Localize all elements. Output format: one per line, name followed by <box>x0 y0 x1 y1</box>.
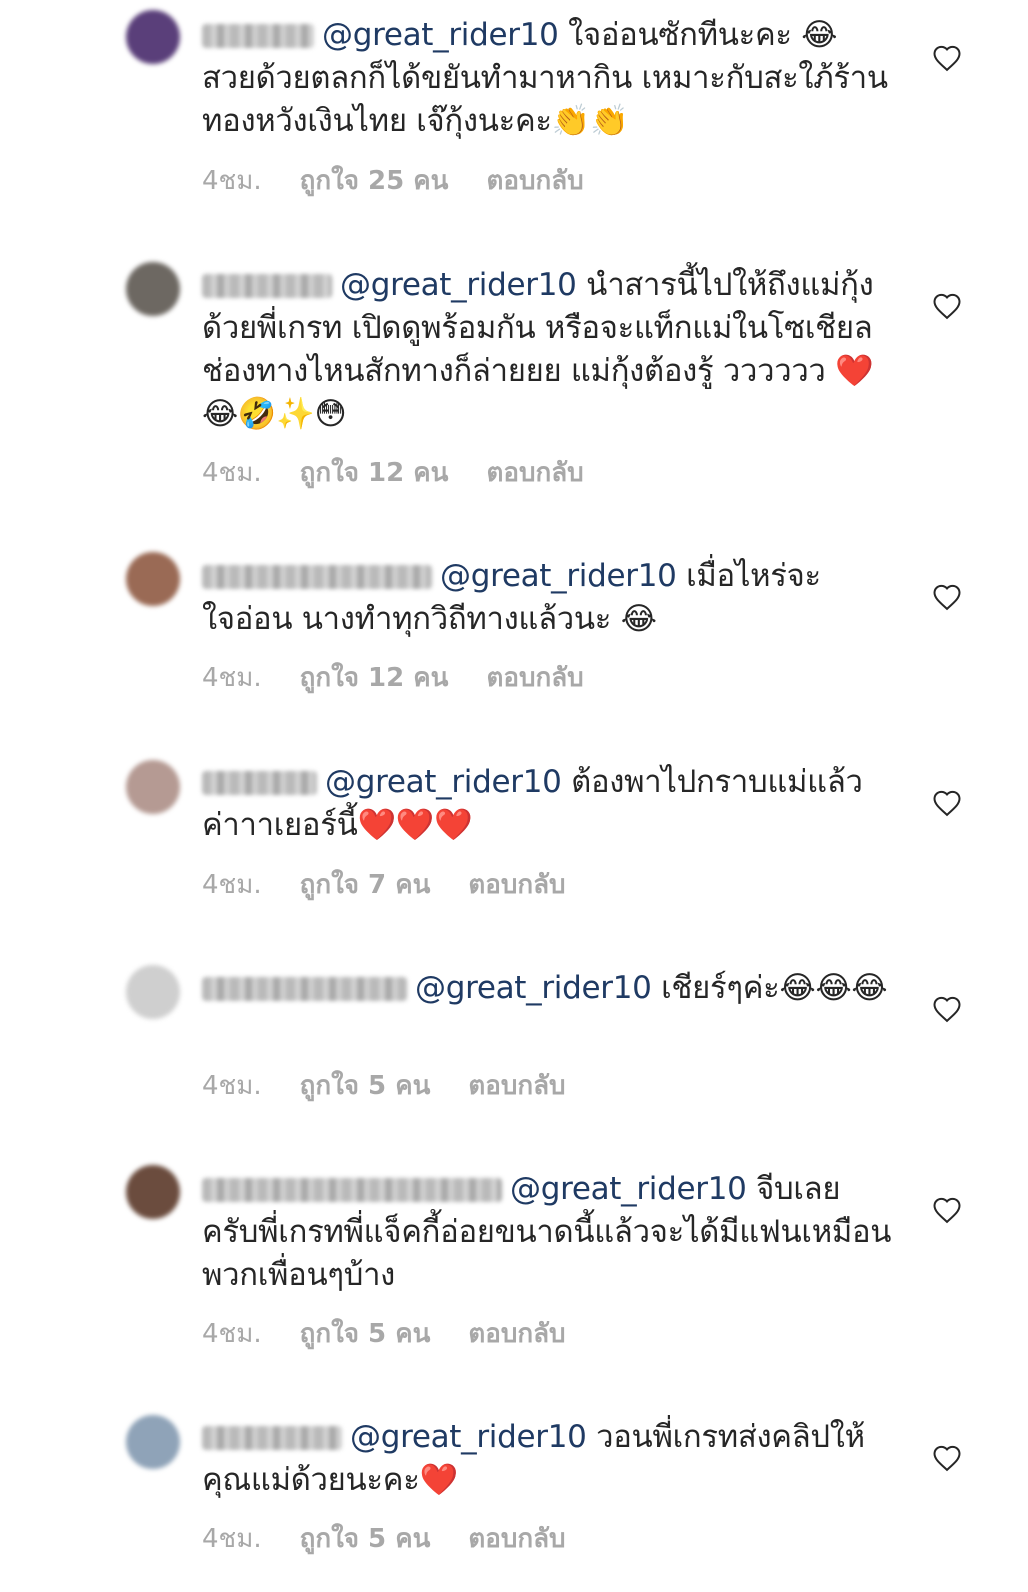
avatar[interactable] <box>126 552 180 606</box>
comment-text: @great_rider10 เชียร์ๆค่ะ😂😂😂 <box>202 967 892 1010</box>
comment-meta: 4ชม. ถูกใจ 25 คน ตอบกลับ <box>202 160 622 201</box>
username-blurred[interactable] <box>202 274 332 298</box>
reply-button[interactable]: ตอบกลับ <box>486 166 583 196</box>
username-blurred[interactable] <box>202 24 314 48</box>
avatar[interactable] <box>126 1415 180 1469</box>
username-blurred[interactable] <box>202 1178 502 1202</box>
comment-meta: 4ชม. ถูกใจ 5 คน ตอบกลับ <box>202 1065 604 1106</box>
likes-count[interactable]: ถูกใจ 12 คน <box>300 458 449 488</box>
heart-icon[interactable] <box>932 292 962 320</box>
avatar[interactable] <box>126 1165 180 1219</box>
heart-icon[interactable] <box>932 44 962 72</box>
timestamp: 4ชม. <box>202 458 262 488</box>
heart-icon[interactable] <box>932 583 962 611</box>
likes-count[interactable]: ถูกใจ 7 คน <box>300 870 431 900</box>
mention-link[interactable]: @great_rider10 <box>350 1419 587 1455</box>
mention-link[interactable]: @great_rider10 <box>415 970 652 1006</box>
timestamp: 4ชม. <box>202 1071 262 1101</box>
heart-icon[interactable] <box>932 1444 962 1472</box>
timestamp: 4ชม. <box>202 1319 262 1349</box>
avatar[interactable] <box>126 262 180 316</box>
avatar[interactable] <box>126 760 180 814</box>
reply-button[interactable]: ตอบกลับ <box>468 1319 565 1349</box>
comment-meta: 4ชม. ถูกใจ 5 คน ตอบกลับ <box>202 1518 604 1559</box>
username-blurred[interactable] <box>202 977 407 1001</box>
comment-text: @great_rider10 ต้องพาไปกราบแม่แล้วค่าาาเ… <box>202 761 892 847</box>
comment-body: เชียร์ๆค่ะ😂😂😂 <box>651 970 888 1006</box>
comment-meta: 4ชม. ถูกใจ 5 คน ตอบกลับ <box>202 1313 604 1354</box>
comment-text: @great_rider10 ใจอ่อนซักทีนะคะ 😂 สวยด้วย… <box>202 14 892 143</box>
comment-text: @great_rider10 นำสารนี้ไปให้ถึงแม่กุ้งด้… <box>202 264 892 436</box>
likes-count[interactable]: ถูกใจ 5 คน <box>300 1319 431 1349</box>
timestamp: 4ชม. <box>202 870 262 900</box>
heart-icon[interactable] <box>932 995 962 1023</box>
reply-button[interactable]: ตอบกลับ <box>468 1524 565 1554</box>
likes-count[interactable]: ถูกใจ 12 คน <box>300 663 449 693</box>
mention-link[interactable]: @great_rider10 <box>340 267 577 303</box>
heart-icon[interactable] <box>932 789 962 817</box>
mention-link[interactable]: @great_rider10 <box>325 764 562 800</box>
likes-count[interactable]: ถูกใจ 5 คน <box>300 1524 431 1554</box>
comment-text: @great_rider10 เมื่อไหร่จะใจอ่อน นางทำทุ… <box>202 555 892 641</box>
avatar[interactable] <box>126 10 180 64</box>
timestamp: 4ชม. <box>202 166 262 196</box>
comment-meta: 4ชม. ถูกใจ 12 คน ตอบกลับ <box>202 452 622 493</box>
reply-button[interactable]: ตอบกลับ <box>468 1071 565 1101</box>
timestamp: 4ชม. <box>202 1524 262 1554</box>
comment-meta: 4ชม. ถูกใจ 12 คน ตอบกลับ <box>202 657 622 698</box>
username-blurred[interactable] <box>202 1426 342 1450</box>
comment-text: @great_rider10 จีบเลยครับพี่เกรทพี่แจ็คก… <box>202 1168 892 1297</box>
mention-link[interactable]: @great_rider10 <box>440 558 677 594</box>
reply-button[interactable]: ตอบกลับ <box>486 663 583 693</box>
heart-icon[interactable] <box>932 1196 962 1224</box>
comment-meta: 4ชม. ถูกใจ 7 คน ตอบกลับ <box>202 864 604 905</box>
username-blurred[interactable] <box>202 565 432 589</box>
mention-link[interactable]: @great_rider10 <box>322 17 559 53</box>
likes-count[interactable]: ถูกใจ 5 คน <box>300 1071 431 1101</box>
username-blurred[interactable] <box>202 771 317 795</box>
avatar[interactable] <box>126 965 180 1019</box>
likes-count[interactable]: ถูกใจ 25 คน <box>300 166 449 196</box>
comment-text: @great_rider10 วอนพี่เกรทส่งคลิปให้คุณแม… <box>202 1416 892 1502</box>
mention-link[interactable]: @great_rider10 <box>510 1171 747 1207</box>
reply-button[interactable]: ตอบกลับ <box>468 870 565 900</box>
timestamp: 4ชม. <box>202 663 262 693</box>
reply-button[interactable]: ตอบกลับ <box>486 458 583 488</box>
